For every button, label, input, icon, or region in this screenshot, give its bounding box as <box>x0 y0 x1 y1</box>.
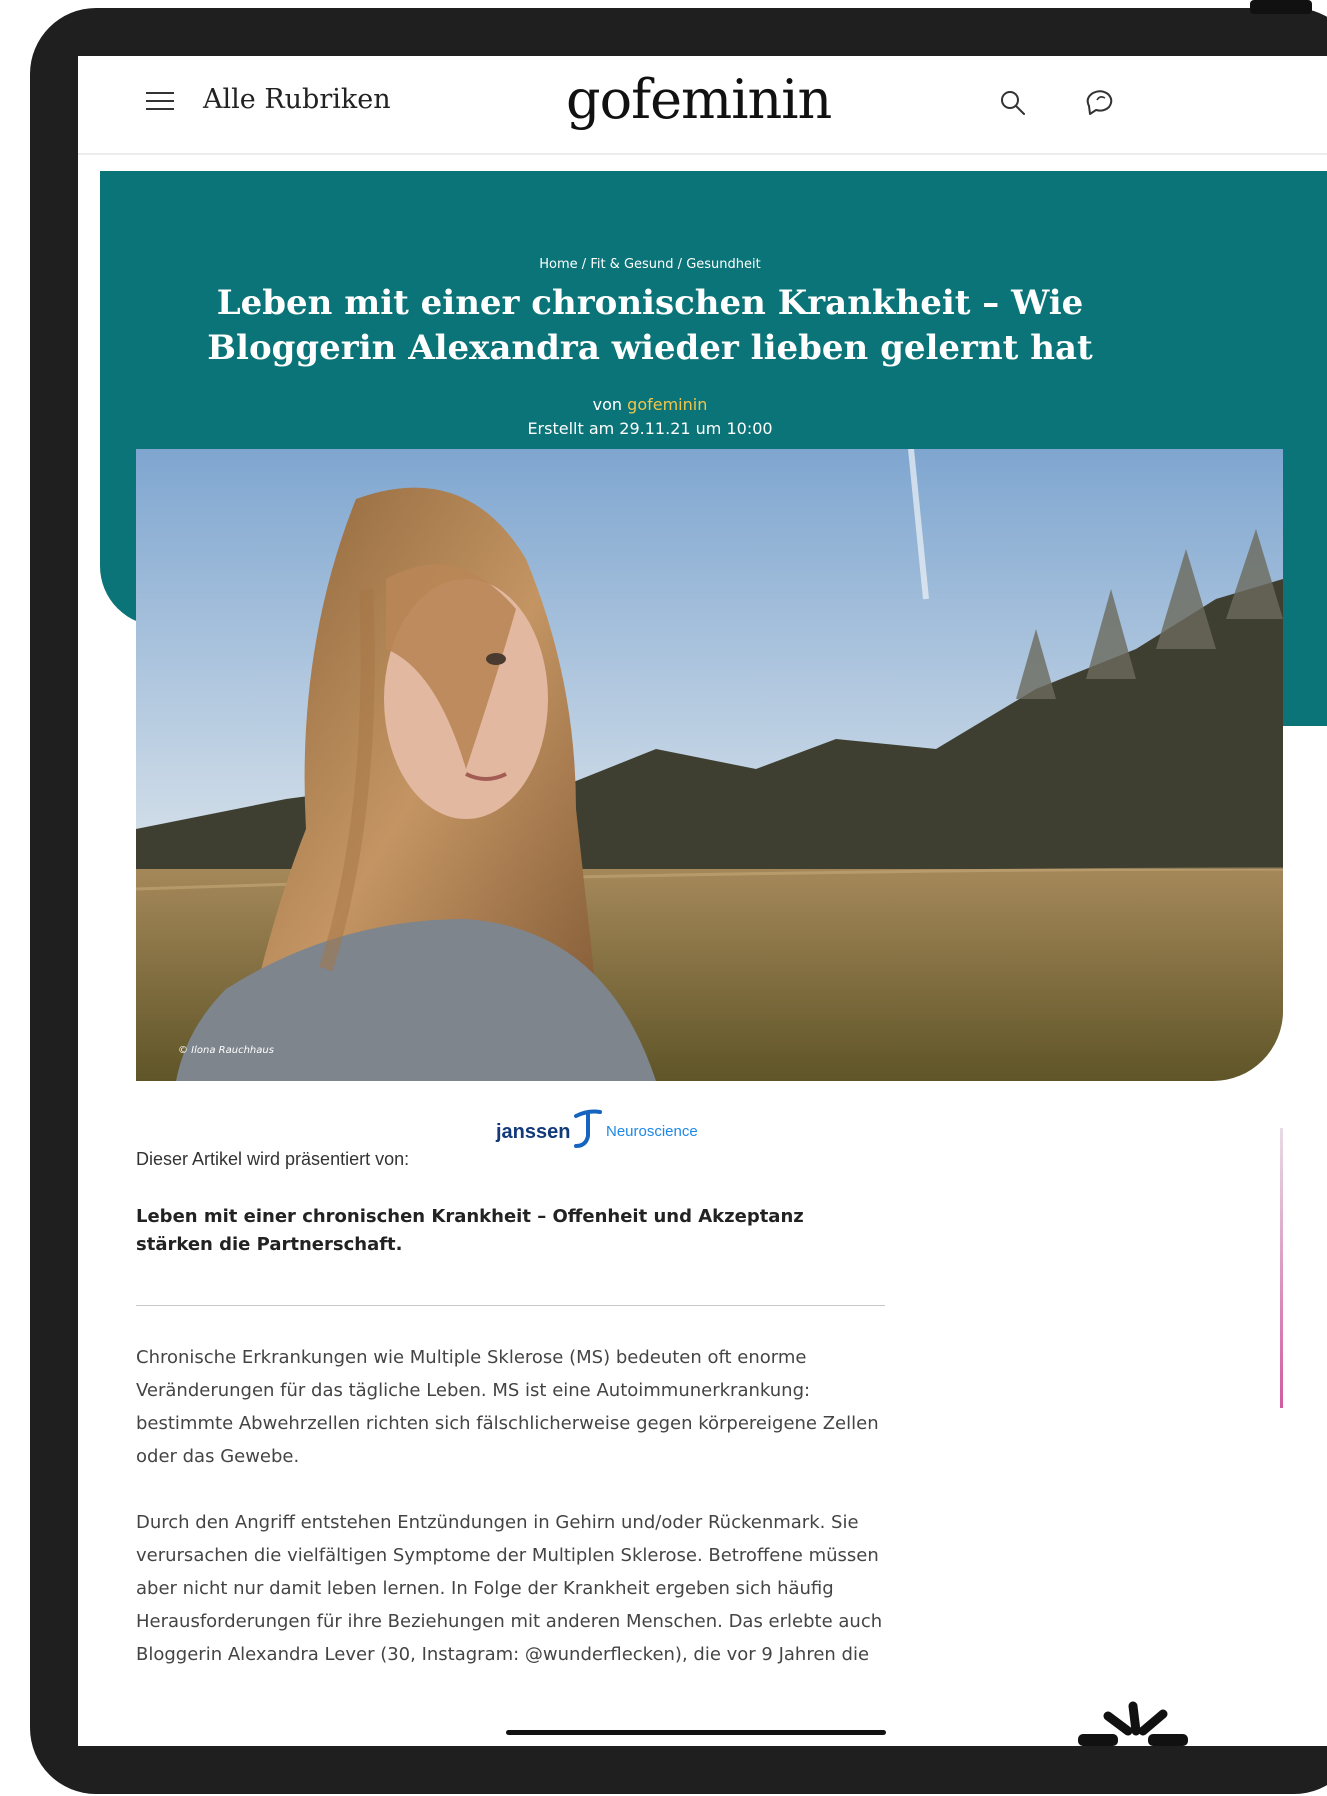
sponsor-label: Dieser Artikel wird präsentiert von: <box>136 1149 410 1169</box>
home-indicator[interactable] <box>506 1730 886 1735</box>
device-edge <box>1250 0 1312 14</box>
author-prefix: von <box>592 395 623 414</box>
spark-icon[interactable] <box>1078 1696 1188 1746</box>
chat-icon[interactable] <box>1083 86 1117 118</box>
breadcrumb-separator: / <box>577 257 591 272</box>
created-date: Erstellt am 29.11.21 um 10:00 <box>527 419 773 438</box>
breadcrumb-separator: / <box>673 257 687 272</box>
hamburger-icon[interactable] <box>146 88 174 114</box>
article-hero-image: © Ilona Rauchhaus <box>136 449 1283 1081</box>
image-credit: © Ilona Rauchhaus <box>178 1045 274 1056</box>
breadcrumb-fit-gesund[interactable]: Fit & Gesund <box>590 257 673 272</box>
browser-viewport: Alle Rubriken gofeminin Home / Fit & Ges… <box>78 56 1327 1746</box>
breadcrumb-home[interactable]: Home <box>539 257 577 272</box>
author-link[interactable]: gofeminin <box>627 395 707 414</box>
article-lead: Leben mit einer chronischen Krankheit – … <box>136 1206 804 1255</box>
breadcrumb: Home / Fit & Gesund / Gesundheit <box>100 257 1200 272</box>
menu-label[interactable]: Alle Rubriken <box>203 84 391 115</box>
author-line: von gofeminin <box>100 395 1200 414</box>
janssen-logo[interactable]: janssen Neuroscience <box>488 1106 728 1156</box>
site-header: Alle Rubriken gofeminin <box>78 56 1327 155</box>
breadcrumb-gesundheit[interactable]: Gesundheit <box>686 257 761 272</box>
article-title: Leben mit einer chronischen Krankheit – … <box>207 283 1093 368</box>
divider <box>136 1305 885 1306</box>
site-logo[interactable]: gofeminin <box>566 68 832 131</box>
article-paragraph: Chronische Erkrankungen wie Multiple Skl… <box>136 1347 879 1467</box>
article-paragraph: Durch den Angriff entstehen Entzündungen… <box>136 1512 883 1665</box>
sponsor-name: janssen <box>495 1121 570 1143</box>
sponsor-sub: Neuroscience <box>606 1123 698 1140</box>
sidebar-ad-edge <box>1280 1128 1283 1408</box>
search-icon[interactable] <box>998 88 1028 118</box>
